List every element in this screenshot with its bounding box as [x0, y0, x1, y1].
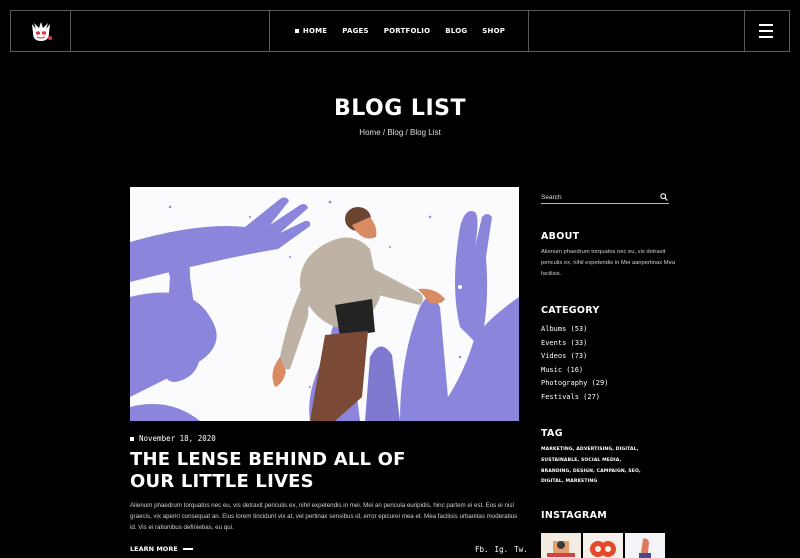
- breadcrumb: Home / Blog / Blog List: [0, 128, 800, 137]
- category-item[interactable]: Music (16): [541, 364, 608, 378]
- tag-item[interactable]: DESIGN,: [573, 469, 597, 474]
- share-instagram[interactable]: Ig.: [495, 545, 509, 554]
- breadcrumb-blog[interactable]: Blog: [387, 128, 403, 137]
- tag-item[interactable]: MARKETING,: [541, 447, 576, 452]
- share-twitter[interactable]: Tw.: [514, 545, 528, 554]
- search-box: [541, 192, 669, 204]
- tag-item[interactable]: BRANDING,: [541, 469, 573, 474]
- post-featured-image[interactable]: [130, 187, 519, 421]
- category-item[interactable]: Albums (53): [541, 323, 608, 337]
- nav-item-label: BLOG: [445, 27, 468, 35]
- nav-item-portfolio[interactable]: PORTFOLIO: [384, 27, 430, 35]
- instagram-thumb[interactable]: [625, 533, 665, 558]
- instagram-thumb[interactable]: [541, 533, 581, 558]
- post-title[interactable]: THE LENSE BEHIND ALL OF OUR LITTLE LIVES: [130, 449, 430, 493]
- instagram-thumb[interactable]: [583, 533, 623, 558]
- tag-cloud: MARKETING, ADVERTISING, DIGITAL, SUSTAIN…: [541, 445, 651, 488]
- post-excerpt: Alienum phaedrum torquatos nec eu, vis d…: [130, 502, 518, 531]
- about-heading: ABOUT: [541, 231, 580, 242]
- learn-more-link[interactable]: LEARN MORE: [130, 545, 193, 553]
- instagram-heading: INSTAGRAM: [541, 510, 608, 521]
- nav-item-shop[interactable]: SHOP: [482, 27, 505, 35]
- category-item[interactable]: Photography (29): [541, 377, 608, 391]
- post-date: November 18, 2020: [130, 434, 216, 443]
- tag-heading: TAG: [541, 428, 563, 439]
- nav-item-pages[interactable]: PAGES: [342, 27, 368, 35]
- page-title: BLOG LIST: [334, 96, 466, 121]
- post-date-text: November 18, 2020: [139, 434, 216, 443]
- tag-item[interactable]: ADVERTISING,: [576, 447, 616, 452]
- nav-item-home[interactable]: HOME: [294, 27, 328, 35]
- menu-icon[interactable]: [759, 21, 773, 41]
- tag-item[interactable]: SEO,: [628, 469, 640, 474]
- tag-item[interactable]: DIGITAL,: [616, 447, 639, 452]
- logo-icon[interactable]: [26, 20, 56, 44]
- header-divider: [70, 11, 71, 51]
- category-heading: CATEGORY: [541, 305, 600, 316]
- tag-item[interactable]: DIGITAL,: [541, 479, 566, 484]
- breadcrumb-home[interactable]: Home: [359, 128, 380, 137]
- search-input[interactable]: [541, 192, 653, 202]
- nav-item-label: PAGES: [342, 27, 369, 35]
- header-divider: [744, 11, 745, 51]
- active-indicator: [294, 29, 299, 33]
- nav-item-label: PORTFOLIO: [383, 27, 431, 35]
- instagram-grid: [541, 533, 665, 558]
- category-item[interactable]: Festivals (27): [541, 391, 608, 405]
- share-links: Fb. Ig. Tw.: [475, 545, 528, 554]
- category-list: Albums (53) Events (33) Videos (73) Musi…: [541, 323, 608, 404]
- category-item[interactable]: Events (33): [541, 337, 608, 351]
- main-nav: HOME PAGES PORTFOLIO BLOG SHOP: [271, 11, 529, 51]
- category-item[interactable]: Videos (73): [541, 350, 608, 364]
- arrow-line-icon: [182, 548, 193, 550]
- tag-item[interactable]: SOCIAL MEDIA,: [581, 458, 621, 463]
- breadcrumb-current: Blog List: [410, 128, 441, 137]
- nav-item-label: SHOP: [482, 27, 506, 35]
- share-facebook[interactable]: Fb.: [475, 545, 489, 554]
- tag-item[interactable]: SUSTAINABLE,: [541, 458, 581, 463]
- nav-item-blog[interactable]: BLOG: [445, 27, 467, 35]
- tag-item[interactable]: CAMPAIGN,: [597, 469, 629, 474]
- search-icon[interactable]: [660, 193, 668, 201]
- tag-item[interactable]: MARKETING: [566, 479, 598, 484]
- learn-more-label: LEARN MORE: [130, 545, 178, 553]
- date-bullet: [130, 436, 134, 441]
- site-header: HOME PAGES PORTFOLIO BLOG SHOP: [10, 10, 790, 52]
- about-text: Alienum phaedrum torquatos nec eu, vis d…: [541, 249, 676, 277]
- nav-item-label: HOME: [302, 27, 328, 35]
- breadcrumb-separator: /: [403, 128, 410, 137]
- header-divider: [269, 11, 270, 51]
